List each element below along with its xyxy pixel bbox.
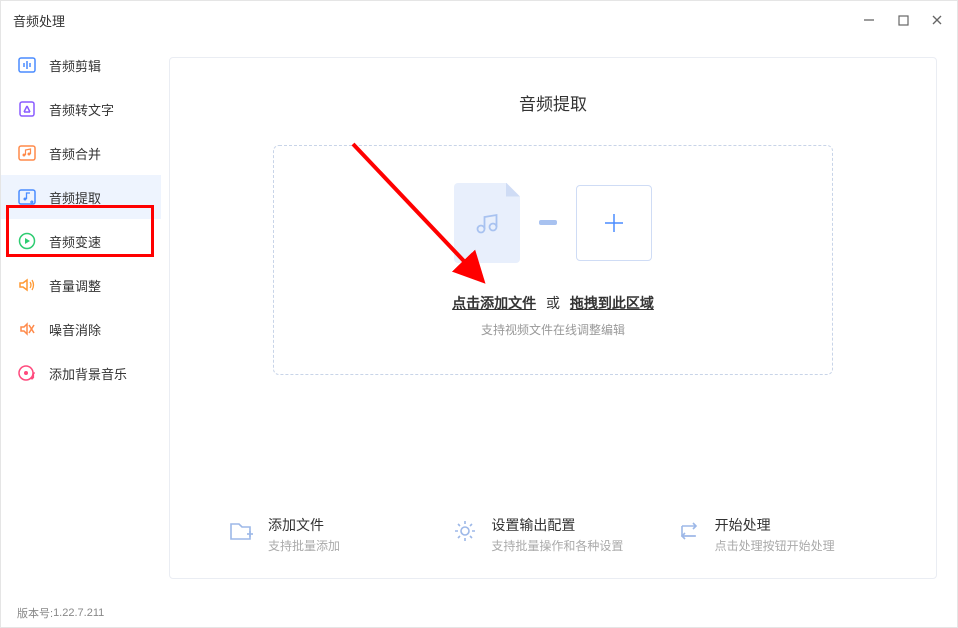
volume-adjust-icon [17, 275, 37, 295]
sidebar-item-audio-speed[interactable]: 音频变速 [1, 219, 161, 263]
sidebar: 音频剪辑 音频转文字 音频合并 音频提取 音频变速 [1, 39, 161, 599]
sidebar-item-label: 音频变速 [49, 232, 101, 251]
action-start-process[interactable]: 开始处理 点击处理按钮开始处理 [675, 515, 878, 554]
window-title: 音频处理 [13, 11, 65, 30]
bgm-icon [17, 363, 37, 383]
gear-icon [451, 517, 479, 545]
action-sub: 支持批量操作和各种设置 [491, 537, 623, 554]
sidebar-item-label: 音量调整 [49, 276, 101, 295]
window-controls [861, 12, 945, 28]
drop-subtext: 支持视频文件在线调整编辑 [481, 321, 625, 338]
action-output-config[interactable]: 设置输出配置 支持批量操作和各种设置 [451, 515, 654, 554]
action-sub: 支持批量添加 [268, 537, 340, 554]
sidebar-item-volume-adjust[interactable]: 音量调整 [1, 263, 161, 307]
titlebar: 音频处理 [1, 1, 957, 39]
sidebar-item-audio-merge[interactable]: 音频合并 [1, 131, 161, 175]
sidebar-item-label: 噪音消除 [49, 320, 101, 339]
close-button[interactable] [929, 12, 945, 28]
add-file-box [576, 185, 652, 261]
page-title: 音频提取 [210, 90, 896, 115]
sidebar-item-label: 音频提取 [49, 188, 101, 207]
process-icon [675, 517, 703, 545]
version-label: 版本号: [17, 605, 53, 621]
sidebar-item-label: 添加背景音乐 [49, 364, 127, 383]
drop-main-text: 点击添加文件 或 拖拽到此区域 [452, 293, 654, 313]
transfer-icon [536, 218, 560, 228]
audio-merge-icon [17, 143, 37, 163]
add-file-icon [228, 517, 256, 545]
action-title: 添加文件 [268, 515, 340, 535]
content-panel: 音频提取 点击添加文件 或 拖拽到此区域 [169, 57, 937, 579]
maximize-button[interactable] [895, 12, 911, 28]
sidebar-item-label: 音频合并 [49, 144, 101, 163]
drag-text: 拖拽到此区域 [570, 295, 654, 311]
sidebar-item-noise-remove[interactable]: 噪音消除 [1, 307, 161, 351]
sidebar-item-audio-cut[interactable]: 音频剪辑 [1, 43, 161, 87]
drop-sep: 或 [546, 295, 560, 311]
file-icon [454, 183, 520, 263]
noise-remove-icon [17, 319, 37, 339]
audio-to-text-icon [17, 99, 37, 119]
main-content: 音频提取 点击添加文件 或 拖拽到此区域 [161, 39, 957, 599]
drop-zone-graphic [454, 183, 652, 263]
action-title: 设置输出配置 [491, 515, 623, 535]
version-value: 1.22.7.211 [53, 607, 104, 619]
bottom-actions: 添加文件 支持批量添加 设置输出配置 支持批量操作和各种设置 [210, 515, 896, 558]
sidebar-item-label: 音频剪辑 [49, 56, 101, 75]
action-add-file[interactable]: 添加文件 支持批量添加 [228, 515, 431, 554]
action-title: 开始处理 [715, 515, 835, 535]
sidebar-item-bgm[interactable]: 添加背景音乐 [1, 351, 161, 395]
drop-zone[interactable]: 点击添加文件 或 拖拽到此区域 支持视频文件在线调整编辑 [273, 145, 833, 375]
audio-speed-icon [17, 231, 37, 251]
action-sub: 点击处理按钮开始处理 [715, 537, 835, 554]
audio-cut-icon [17, 55, 37, 75]
audio-extract-icon [17, 187, 37, 207]
sidebar-item-audio-extract[interactable]: 音频提取 [1, 175, 161, 219]
footer: 版本号:1.22.7.211 [1, 599, 957, 627]
minimize-button[interactable] [861, 12, 877, 28]
sidebar-item-label: 音频转文字 [49, 100, 114, 119]
sidebar-item-audio-to-text[interactable]: 音频转文字 [1, 87, 161, 131]
click-add-text: 点击添加文件 [452, 295, 536, 311]
